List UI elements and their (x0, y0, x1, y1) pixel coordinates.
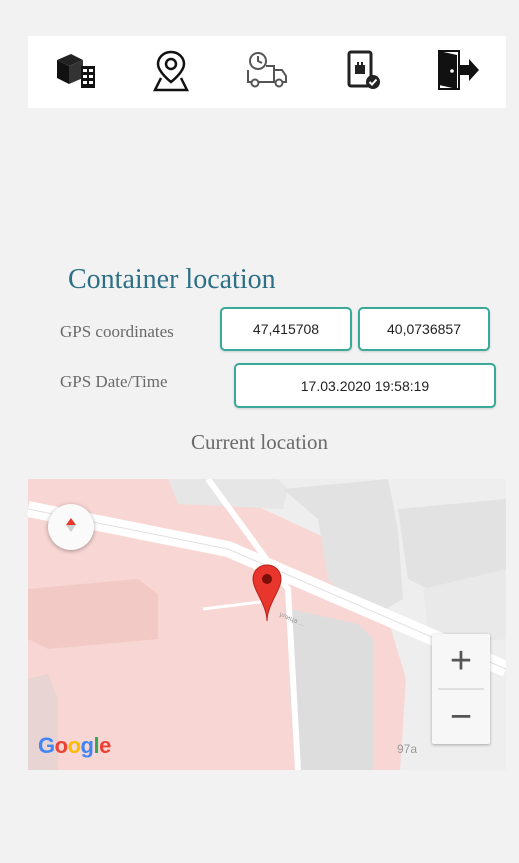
exit-button[interactable] (432, 46, 484, 98)
containers-icon (53, 50, 99, 95)
delivery-truck-icon (244, 50, 290, 95)
current-location-label: Current location (190, 430, 329, 454)
map-pin-icon (151, 48, 191, 97)
zoom-out-button[interactable]: − (432, 690, 490, 744)
gps-datetime-field[interactable]: 17.03.2020 19:58:19 (234, 363, 496, 408)
delivery-button[interactable] (241, 46, 293, 98)
map-location-button[interactable] (145, 46, 197, 98)
latitude-field[interactable]: 47,415708 (220, 307, 352, 351)
location-pin-icon[interactable] (251, 563, 283, 628)
phone-check-button[interactable] (337, 46, 389, 98)
zoom-in-button[interactable]: + (432, 634, 490, 688)
top-toolbar (28, 36, 506, 108)
longitude-field[interactable]: 40,0736857 (358, 307, 490, 351)
compass-button[interactable] (48, 504, 94, 550)
map-view[interactable]: улица ... + − Google 97a (28, 479, 506, 770)
containers-button[interactable] (50, 46, 102, 98)
gps-coordinates-label: GPS coordinates (60, 322, 174, 341)
zoom-controls: + − (432, 634, 490, 744)
house-number-label: 97a (397, 742, 418, 756)
google-logo: Google (38, 733, 111, 758)
compass-icon (65, 517, 77, 538)
exit-door-icon (435, 49, 481, 96)
phone-check-icon (343, 48, 383, 97)
section-title: Container location (68, 264, 276, 295)
gps-datetime-label: GPS Date/Time (60, 372, 168, 391)
